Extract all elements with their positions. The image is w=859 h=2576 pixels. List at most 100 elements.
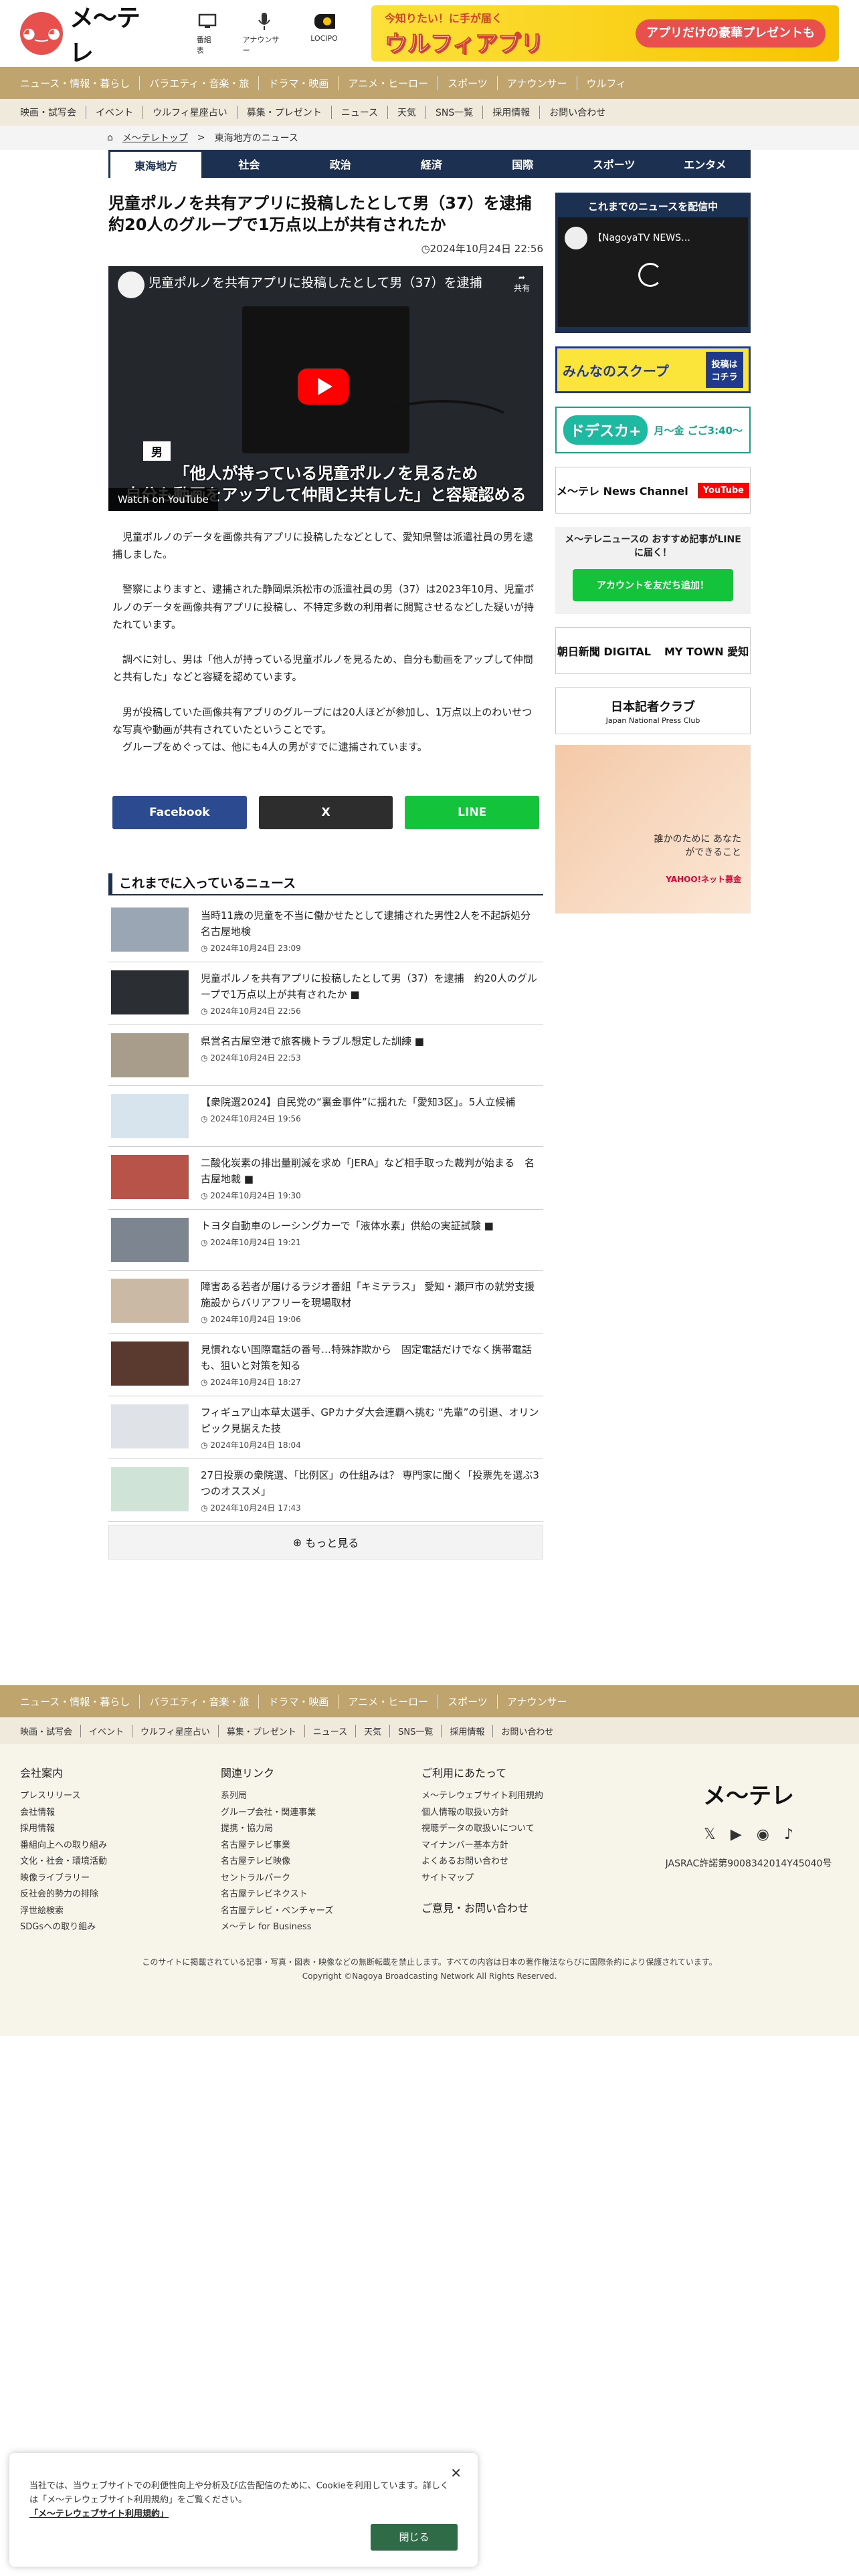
footer-link[interactable]: メ〜テレウェブサイト利用規約 bbox=[421, 1790, 622, 1803]
footer-nav-item[interactable]: ドラマ・映画 bbox=[259, 1694, 339, 1709]
nav-item[interactable]: ドラマ・映画 bbox=[259, 76, 339, 90]
subnav-item[interactable]: 採用情報 bbox=[483, 106, 541, 119]
line-add-friend-button[interactable]: アカウントを友だち追加！ bbox=[573, 569, 733, 602]
tab-sports[interactable]: スポーツ bbox=[568, 150, 659, 178]
nav-item[interactable]: スポーツ bbox=[438, 76, 498, 90]
footer-nav-item[interactable]: アナウンサー bbox=[498, 1695, 577, 1709]
header-tv-guide[interactable]: 番組表 bbox=[197, 11, 219, 56]
footer-logo[interactable]: メ〜テレ bbox=[658, 1778, 839, 1810]
cookie-close-button[interactable]: 閉じる bbox=[371, 2524, 458, 2551]
tab-entertainment[interactable]: エンタメ bbox=[660, 150, 751, 178]
nav-item[interactable]: ニュース・情報・暮らし bbox=[20, 76, 140, 90]
nav-item[interactable]: ウルフィ bbox=[577, 76, 636, 90]
tab-international[interactable]: 国際 bbox=[477, 150, 568, 178]
footer-link[interactable]: SDGsへの取り組み bbox=[20, 1921, 221, 1934]
list-item[interactable]: 障害ある若者が届けるラジオ番組「キミテラス」 愛知・瀬戸市の就労支援施設からバリ… bbox=[108, 1271, 543, 1334]
list-item[interactable]: 【衆院選2024】自民党の“裏金事件”に揺れた「愛知3区」。5人立候補 ◷ 202… bbox=[108, 1086, 543, 1148]
list-item[interactable]: 県営名古屋空港で旅客機トラブル想定した訓練 ■ ◷ 2024年10月24日 22:… bbox=[108, 1025, 543, 1087]
footer-link[interactable]: 視聴データの取扱いについて bbox=[421, 1822, 622, 1836]
watch-on-youtube[interactable]: Watch on YouTube bbox=[108, 488, 218, 511]
footer-nav-item[interactable]: バラエティ・音楽・旅 bbox=[140, 1694, 260, 1709]
nav-item[interactable]: アニメ・ヒーロー bbox=[339, 76, 439, 90]
banner-dodesuka[interactable]: ドデスカ+ 月〜金 ごご3:40〜 bbox=[555, 407, 751, 453]
footer-subnav-item[interactable]: 天気 bbox=[356, 1724, 391, 1737]
banner-news-channel-youtube[interactable]: メ〜テレ News Channel YouTube bbox=[555, 467, 751, 514]
channel-avatar[interactable] bbox=[118, 271, 145, 298]
footer-nav-item[interactable]: ニュース・情報・暮らし bbox=[20, 1694, 140, 1709]
video-title[interactable]: 児童ポルノを共有アプリに投稿したとして男（37）を逮捕 bbox=[149, 273, 482, 291]
line-icon[interactable]: ◉ bbox=[757, 1826, 769, 1843]
share-facebook-button[interactable]: Facebook bbox=[112, 796, 247, 830]
subnav-item[interactable]: 映画・試写会 bbox=[20, 106, 86, 119]
footer-subnav-item[interactable]: ニュース bbox=[305, 1724, 357, 1737]
footer-link[interactable]: メ〜テレ for Business bbox=[221, 1921, 421, 1934]
footer-link[interactable]: よくあるお問い合わせ bbox=[421, 1855, 622, 1868]
footer-link[interactable]: グループ会社・関連事業 bbox=[221, 1806, 421, 1820]
footer-link[interactable]: 文化・社会・環境活動 bbox=[20, 1855, 221, 1868]
banner-yahoo-donation[interactable]: 誰かのために あなたができること YAHOO!ネット募金 bbox=[555, 745, 751, 914]
sidebar-video[interactable]: 【NagoyaTV NEWS… bbox=[558, 217, 748, 327]
list-item[interactable]: 見慣れない国際電話の番号…特殊詐欺から 固定電話だけでなく携帯電話も、狙いと対策… bbox=[108, 1333, 543, 1397]
footer-link[interactable]: 浮世絵検索 bbox=[20, 1905, 221, 1918]
video-player[interactable]: 児童ポルノを共有アプリに投稿したとして男（37）を逮捕 ➦ 共有 男 「他人が持っ… bbox=[108, 265, 543, 511]
footer-subnav-item[interactable]: 映画・試写会 bbox=[20, 1724, 82, 1737]
wolfy-app-banner[interactable]: 今知りたい！に手が届く ウルフィアプリ アプリだけの豪華プレゼントも bbox=[371, 5, 839, 62]
site-logo[interactable]: ◕‿◕ メ〜テレ bbox=[20, 0, 163, 68]
footer-link[interactable]: 提携・協力局 bbox=[221, 1822, 421, 1836]
subnav-item[interactable]: 募集・プレゼント bbox=[237, 106, 332, 119]
more-news-button[interactable]: ⊕ もっと見る bbox=[108, 1525, 543, 1560]
subnav-item[interactable]: イベント bbox=[86, 106, 143, 119]
footer-subnav-item[interactable]: 募集・プレゼント bbox=[219, 1724, 305, 1737]
footer-link[interactable]: セントラルパーク bbox=[221, 1872, 421, 1885]
footer-link[interactable]: サイトマップ bbox=[421, 1872, 622, 1885]
footer-link[interactable]: 名古屋テレビ・ベンチャーズ bbox=[221, 1905, 421, 1918]
footer-link[interactable]: 番組向上への取り組み bbox=[20, 1839, 221, 1852]
video-share-button[interactable]: ➦ 共有 bbox=[514, 273, 530, 294]
footer-contact-link[interactable]: ご意見・お問い合わせ bbox=[421, 1899, 622, 1915]
subnav-item[interactable]: ニュース bbox=[332, 106, 389, 119]
banner-minna-scoop[interactable]: みんなのスクープ 投稿はコチラ bbox=[555, 346, 751, 393]
footer-link[interactable]: マイナンバー基本方針 bbox=[421, 1839, 622, 1852]
footer-link[interactable]: 個人情報の取扱い方針 bbox=[421, 1806, 622, 1820]
sidebar-news-channel[interactable]: これまでのニュースを配信中 【NagoyaTV NEWS… bbox=[555, 193, 751, 333]
tab-economy[interactable]: 経済 bbox=[386, 150, 477, 178]
header-announcer[interactable]: アナウンサー bbox=[243, 11, 287, 56]
list-item[interactable]: 27日投票の衆院選、「比例区」の仕組みは？ 専門家に聞く「投票先を選ぶ3つのオス… bbox=[108, 1459, 543, 1523]
subnav-item[interactable]: ウルフィ星座占い bbox=[143, 106, 237, 119]
tab-politics[interactable]: 政治 bbox=[295, 150, 386, 178]
list-item[interactable]: フィギュア山本草太選手、GPカナダ大会連覇へ挑む “先輩”の引退、オリンピック見… bbox=[108, 1396, 543, 1460]
list-item[interactable]: 児童ポルノを共有アプリに投稿したとして男（37）を逮捕 約20人のグループで1万… bbox=[108, 962, 543, 1026]
footer-nav-item[interactable]: アニメ・ヒーロー bbox=[339, 1694, 439, 1709]
tiktok-icon[interactable]: ♪ bbox=[784, 1826, 793, 1843]
x-icon[interactable]: 𝕏 bbox=[704, 1826, 716, 1843]
tab-society[interactable]: 社会 bbox=[203, 150, 294, 178]
youtube-icon[interactable]: ▶ bbox=[731, 1826, 742, 1843]
cookie-terms-link[interactable]: 「メ〜テレウェブサイト利用規約」 bbox=[29, 2508, 458, 2522]
nav-item[interactable]: アナウンサー bbox=[498, 76, 577, 90]
footer-link[interactable]: 名古屋テレビ事業 bbox=[221, 1839, 421, 1852]
footer-subnav-item[interactable]: イベント bbox=[81, 1724, 133, 1737]
banner-line-news[interactable]: メ〜テレニュースの おすすめ記事がLINEに届く！ アカウントを友だち追加！ bbox=[555, 527, 751, 614]
footer-link[interactable]: 名古屋テレビ映像 bbox=[221, 1855, 421, 1868]
subnav-item[interactable]: お問い合わせ bbox=[540, 106, 615, 119]
footer-subnav-item[interactable]: SNS一覧 bbox=[390, 1724, 442, 1737]
banner-press-club[interactable]: 日本記者クラブ Japan National Press Club bbox=[555, 687, 751, 734]
tab-tokai[interactable]: 東海地方 bbox=[108, 150, 204, 178]
footer-link[interactable]: 会社情報 bbox=[20, 1806, 221, 1820]
footer-link[interactable]: 反社会的勢力の排除 bbox=[20, 1888, 221, 1901]
footer-link[interactable]: 名古屋テレビネクスト bbox=[221, 1888, 421, 1901]
banner-asahi-mytown[interactable]: 朝日新聞 DIGITAL MY TOWN 愛知 bbox=[555, 627, 751, 674]
youtube-play-icon[interactable] bbox=[298, 368, 349, 405]
list-item[interactable]: 二酸化炭素の排出量削減を求め「JERA」など相手取った裁判が始まる 名古屋地裁 … bbox=[108, 1147, 543, 1210]
share-x-button[interactable]: X bbox=[258, 796, 393, 830]
close-icon[interactable]: ✕ bbox=[450, 2462, 462, 2484]
subnav-item[interactable]: SNS一覧 bbox=[426, 106, 484, 119]
footer-subnav-item[interactable]: お問い合わせ bbox=[493, 1725, 561, 1737]
footer-link[interactable]: 系列局 bbox=[221, 1790, 421, 1803]
footer-subnav-item[interactable]: 採用情報 bbox=[442, 1724, 494, 1737]
footer-subnav-item[interactable]: ウルフィ星座占い bbox=[132, 1724, 219, 1737]
breadcrumb-home[interactable]: メ〜テレトップ bbox=[122, 131, 188, 144]
nav-item[interactable]: バラエティ・音楽・旅 bbox=[140, 76, 260, 90]
footer-link[interactable]: 採用情報 bbox=[20, 1822, 221, 1836]
list-item[interactable]: トヨタ自動車のレーシングカーで「液体水素」供給の実証試験 ■ ◷ 2024年10月… bbox=[108, 1210, 543, 1271]
